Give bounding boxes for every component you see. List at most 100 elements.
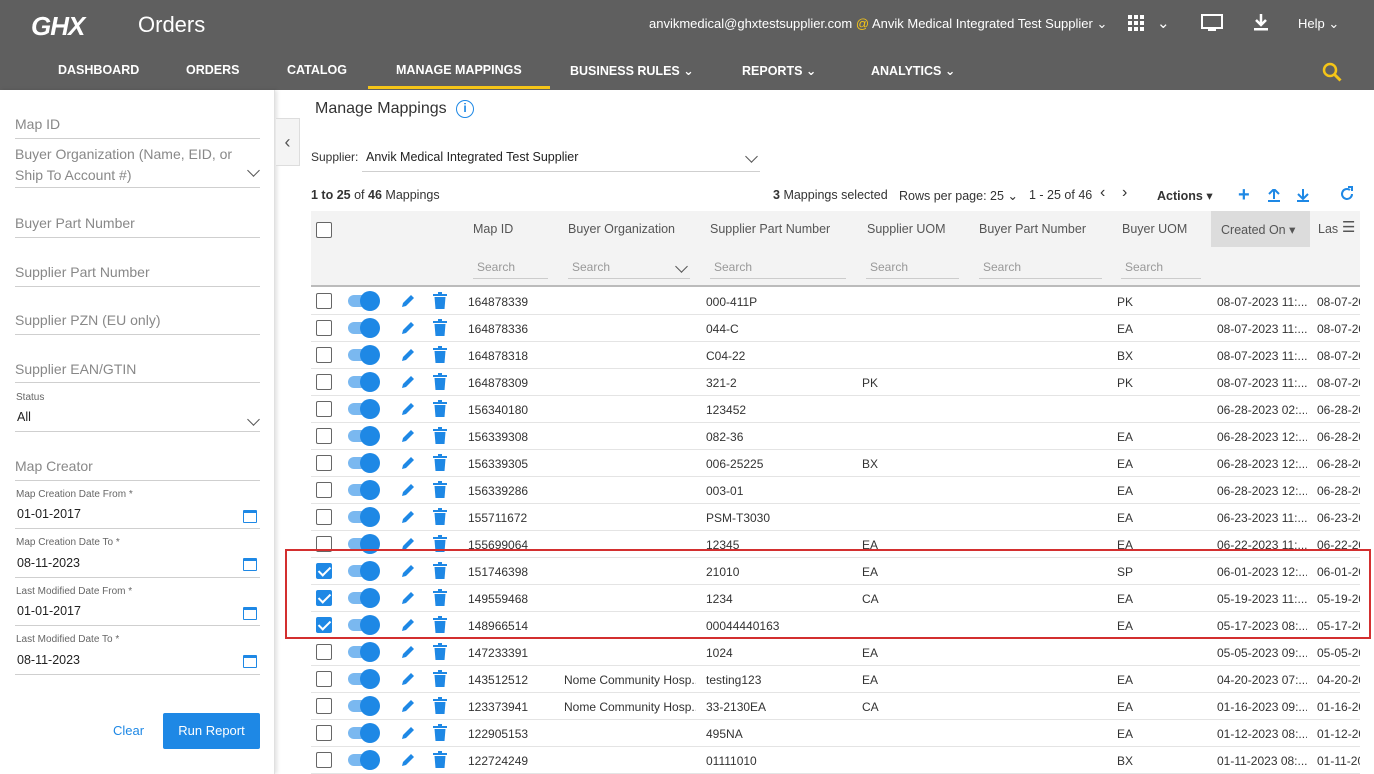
edit-icon[interactable] xyxy=(400,455,416,471)
nav-business-rules[interactable]: BUSINESS RULES ⌄ xyxy=(570,63,694,78)
edit-icon[interactable] xyxy=(400,752,416,768)
actions-menu[interactable]: Actions ▾ xyxy=(1157,188,1213,203)
delete-icon[interactable] xyxy=(433,562,447,579)
row-checkbox[interactable] xyxy=(316,401,332,417)
active-toggle[interactable] xyxy=(348,669,380,689)
nav-manage-mappings[interactable]: MANAGE MAPPINGS xyxy=(368,63,550,89)
delete-icon[interactable] xyxy=(433,643,447,660)
active-toggle[interactable] xyxy=(348,561,380,581)
active-toggle[interactable] xyxy=(348,399,380,419)
edit-icon[interactable] xyxy=(400,563,416,579)
delete-icon[interactable] xyxy=(433,427,447,444)
edit-icon[interactable] xyxy=(400,428,416,444)
delete-icon[interactable] xyxy=(433,508,447,525)
edit-icon[interactable] xyxy=(400,401,416,417)
edit-icon[interactable] xyxy=(400,320,416,336)
edit-icon[interactable] xyxy=(400,374,416,390)
map-creator-input[interactable]: Map Creator xyxy=(15,458,260,481)
delete-icon[interactable] xyxy=(433,454,447,471)
row-checkbox[interactable] xyxy=(316,509,332,525)
collapse-panel-button[interactable]: ‹ xyxy=(276,118,300,166)
active-toggle[interactable] xyxy=(348,723,380,743)
table-row[interactable]: 156339286 003-01 EA 06-28-2023 12:... 06-28-… xyxy=(311,477,1360,504)
column-buyer-part-number[interactable]: Buyer Part Number xyxy=(979,222,1086,236)
table-row[interactable]: 155711672 PSM-T3030 EA 06-23-2023 11:... 06-… xyxy=(311,504,1360,531)
table-row[interactable]: 156340180 123452 06-28-2023 02:... 06-28-20 xyxy=(311,396,1360,423)
row-checkbox[interactable] xyxy=(316,482,332,498)
nav-reports[interactable]: REPORTS ⌄ xyxy=(742,63,816,78)
edit-icon[interactable] xyxy=(400,347,416,363)
delete-icon[interactable] xyxy=(433,373,447,390)
download-mappings-icon[interactable] xyxy=(1297,189,1309,202)
delete-icon[interactable] xyxy=(433,697,447,714)
row-checkbox[interactable] xyxy=(316,671,332,687)
row-checkbox[interactable] xyxy=(316,617,332,633)
edit-icon[interactable] xyxy=(400,644,416,660)
table-row[interactable]: 155699064 12345 EA EA 06-22-2023 11:... 06-22… xyxy=(311,531,1360,558)
select-all-checkbox[interactable] xyxy=(316,222,332,238)
row-checkbox[interactable] xyxy=(316,752,332,768)
calendar-icon[interactable] xyxy=(243,607,257,620)
delete-icon[interactable] xyxy=(433,589,447,606)
table-row[interactable]: 164878309 321-2 PK PK 08-07-2023 11:... 08-07… xyxy=(311,369,1360,396)
active-toggle[interactable] xyxy=(348,345,380,365)
delete-icon[interactable] xyxy=(433,292,447,309)
row-checkbox[interactable] xyxy=(316,428,332,444)
search-icon[interactable] xyxy=(1322,62,1344,84)
map-id-input[interactable]: Map ID xyxy=(15,116,260,139)
edit-icon[interactable] xyxy=(400,617,416,633)
supplier-uom-search[interactable]: Search xyxy=(866,257,959,279)
row-checkbox[interactable] xyxy=(316,590,332,606)
delete-icon[interactable] xyxy=(433,346,447,363)
row-checkbox[interactable] xyxy=(316,644,332,660)
table-row[interactable]: 148966514 00044440163 EA 05-17-2023 08:... 0… xyxy=(311,612,1360,639)
delete-icon[interactable] xyxy=(433,751,447,768)
active-toggle[interactable] xyxy=(348,507,380,527)
rows-per-page[interactable]: Rows per page: 25 ⌄ xyxy=(899,188,1018,203)
refresh-icon[interactable] xyxy=(1339,186,1355,202)
delete-icon[interactable] xyxy=(433,616,447,633)
column-supplier-part-number[interactable]: Supplier Part Number xyxy=(710,222,830,236)
active-toggle[interactable] xyxy=(348,453,380,473)
nav-analytics[interactable]: ANALYTICS ⌄ xyxy=(871,63,955,78)
row-checkbox[interactable] xyxy=(316,320,332,336)
column-menu-icon[interactable]: ☰ xyxy=(1342,218,1355,236)
buyer-organization-select[interactable]: Buyer Organization (Name, EID, or Ship T… xyxy=(15,144,260,188)
column-buyer-organization[interactable]: Buyer Organization xyxy=(568,222,675,236)
delete-icon[interactable] xyxy=(433,670,447,687)
row-checkbox[interactable] xyxy=(316,725,332,741)
help-menu[interactable]: Help ⌄ xyxy=(1298,16,1339,32)
calendar-icon[interactable] xyxy=(243,510,257,523)
active-toggle[interactable] xyxy=(348,750,380,770)
edit-icon[interactable] xyxy=(400,725,416,741)
download-icon[interactable] xyxy=(1253,14,1269,32)
edit-icon[interactable] xyxy=(400,482,416,498)
supplier-part-number-input[interactable]: Supplier Part Number xyxy=(15,264,260,287)
edit-icon[interactable] xyxy=(400,590,416,606)
delete-icon[interactable] xyxy=(433,481,447,498)
user-account-menu[interactable]: anvikmedical@ghxtestsupplier.com @ Anvik… xyxy=(649,16,1107,32)
modified-date-to-input[interactable]: 08-11-2023 xyxy=(15,653,260,675)
edit-icon[interactable] xyxy=(400,536,416,552)
row-checkbox[interactable] xyxy=(316,536,332,552)
active-toggle[interactable] xyxy=(348,615,380,635)
table-row[interactable]: 123373941 Nome Community Hosp... 33-2130EA… xyxy=(311,693,1360,720)
modified-date-from-input[interactable]: 01-01-2017 xyxy=(15,604,260,626)
next-page-button[interactable]: › xyxy=(1122,184,1127,202)
column-last-modified[interactable]: Las xyxy=(1318,222,1338,236)
clear-button[interactable]: Clear xyxy=(113,723,144,738)
table-row[interactable]: 149559468 1234 CA EA 05-19-2023 11:... 05-19-… xyxy=(311,585,1360,612)
nav-catalog[interactable]: CATALOG xyxy=(287,63,347,77)
supplier-select[interactable]: Anvik Medical Integrated Test Supplier xyxy=(362,148,760,172)
info-icon[interactable]: i xyxy=(456,100,474,118)
table-row[interactable]: 164878336 044-C EA 08-07-2023 11:... 08-07-2… xyxy=(311,315,1360,342)
edit-icon[interactable] xyxy=(400,671,416,687)
table-row[interactable]: 122724249 01111010 BX 01-11-2023 08:... 01-1… xyxy=(311,747,1360,774)
delete-icon[interactable] xyxy=(433,535,447,552)
apps-grid-icon[interactable] xyxy=(1128,15,1144,31)
status-select[interactable]: All xyxy=(15,410,260,432)
row-checkbox[interactable] xyxy=(316,563,332,579)
edit-icon[interactable] xyxy=(400,698,416,714)
active-toggle[interactable] xyxy=(348,534,380,554)
calendar-icon[interactable] xyxy=(243,655,257,668)
